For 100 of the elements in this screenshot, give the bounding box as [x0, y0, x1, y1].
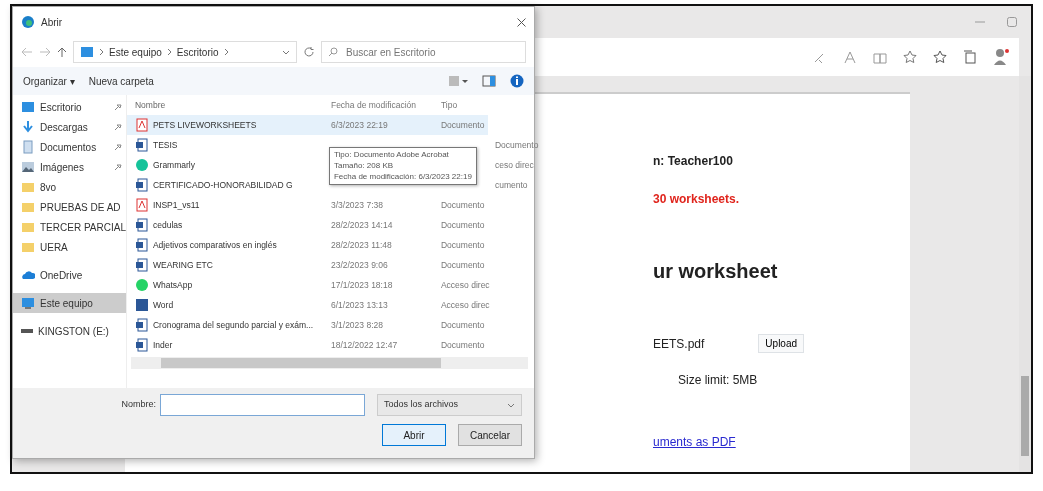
file-date: 23/2/2023 9:06 — [329, 258, 389, 272]
folder-icon — [21, 220, 35, 234]
open-button[interactable]: Abrir — [382, 424, 446, 446]
document-file-icon — [134, 218, 149, 232]
tooltip-line: Tipo: Documento Adobe Acrobat — [333, 150, 450, 161]
sidebar-item[interactable]: KINGSTON (E:) — [13, 321, 126, 341]
file-name: WhatsApp — [152, 278, 193, 292]
forward-icon[interactable] — [39, 47, 51, 57]
sidebar-item[interactable]: OneDrive — [13, 265, 126, 285]
star-add-icon[interactable] — [903, 50, 917, 64]
file-name-cell[interactable]: INSP1_vs11 — [126, 195, 327, 215]
file-type: Acceso direc — [439, 298, 491, 312]
collections-icon[interactable] — [963, 50, 977, 64]
sidebar-label: Escritorio — [40, 100, 82, 115]
new-folder-button[interactable]: Nueva carpeta — [88, 73, 154, 89]
filename-field[interactable] — [160, 394, 365, 416]
file-date: 28/2/2023 14:14 — [329, 218, 394, 232]
column-header[interactable]: Nombre — [126, 95, 327, 115]
file-name-cell[interactable]: Grammarly — [126, 155, 327, 175]
app-icon — [21, 15, 35, 29]
sidebar-item[interactable]: Imágenes — [13, 157, 126, 177]
document-file-icon — [134, 138, 149, 152]
drive-icon — [21, 329, 33, 333]
scrollbar[interactable] — [1019, 76, 1031, 472]
preview-pane-icon[interactable] — [482, 75, 496, 87]
horizontal-scrollbar[interactable] — [130, 357, 529, 369]
sidebar-item[interactable]: Descargas — [13, 117, 126, 137]
sidebar-label: Descargas — [40, 120, 88, 135]
pdf-link[interactable]: uments as PDF — [653, 433, 736, 451]
sidebar-label: OneDrive — [40, 268, 83, 283]
file-name-cell[interactable]: WEARING ETC — [126, 255, 327, 275]
sidebar-item[interactable]: PRUEBAS DE AD — [13, 197, 126, 217]
upload-button[interactable]: Upload — [758, 334, 805, 353]
cancel-button[interactable]: Cancelar — [458, 424, 522, 446]
file-name: INSP1_vs11 — [152, 198, 200, 212]
text-size-icon[interactable] — [843, 50, 857, 64]
book-icon[interactable] — [873, 50, 887, 64]
favorites-icon[interactable] — [933, 50, 947, 64]
search-field[interactable]: Buscar en Escritorio — [321, 41, 526, 63]
breadcrumb-item[interactable]: Escritorio — [176, 44, 219, 60]
sidebar-item[interactable]: Documentos — [13, 137, 126, 157]
sidebar-item[interactable]: Este equipo — [13, 293, 126, 313]
back-icon[interactable] — [21, 47, 33, 57]
column-header[interactable]: Tipo — [436, 95, 462, 115]
column-header[interactable]: Fecha de modificación — [326, 95, 437, 115]
document-file-icon — [134, 318, 149, 332]
tooltip-line: Fecha de modificación: 6/3/2023 22:19 — [333, 171, 472, 183]
file-date: 6/1/2023 13:13 — [329, 298, 389, 312]
profile-icon[interactable] — [993, 48, 1009, 66]
file-name-cell[interactable]: Cronograma del segundo parcial y exám... — [126, 315, 327, 335]
view-options-icon[interactable] — [448, 75, 468, 87]
organize-button[interactable]: Organizar ▾ — [23, 73, 75, 89]
username-text: n: Teacher100 — [653, 153, 734, 170]
section-heading: ur worksheet — [653, 259, 779, 284]
file-name-cell[interactable]: TESIS — [126, 135, 327, 155]
file-name-cell[interactable]: cedulas — [126, 215, 327, 235]
search-icon — [328, 47, 338, 57]
app-icon — [134, 158, 149, 172]
restore-button[interactable] — [1007, 17, 1017, 27]
filter-text: Todos los archivos — [384, 398, 459, 412]
file-type: ceso direc — [493, 158, 535, 172]
sidebar-label: Documentos — [40, 140, 97, 155]
sidebar-label: KINGSTON (E:) — [38, 324, 109, 339]
file-name: cedulas — [152, 218, 183, 232]
sidebar-item[interactable]: UERA — [13, 237, 126, 257]
dialog-title: Abrir — [41, 15, 63, 30]
address-bar[interactable]: Este equipo Escritorio — [73, 41, 297, 63]
file-name-cell[interactable]: Inder — [126, 335, 327, 355]
help-icon[interactable] — [510, 74, 524, 88]
file-type: Documento — [439, 238, 486, 252]
dropdown-icon — [507, 402, 515, 408]
chat-app-icon — [134, 278, 149, 292]
breadcrumb-item[interactable]: Este equipo — [109, 44, 162, 60]
file-type-dropdown[interactable]: Todos los archivos — [377, 394, 522, 416]
file-name: WEARING ETC — [152, 258, 213, 272]
file-name-cell[interactable]: Word — [126, 295, 327, 315]
file-name-cell[interactable]: PETS LIVEWORKSHEETS — [126, 115, 327, 135]
sidebar-item[interactable]: TERCER PARCIAL — [13, 217, 126, 237]
file-name-cell[interactable]: Adjetivos comparativos en inglés — [126, 235, 327, 255]
computer-icon — [21, 296, 35, 310]
sidebar-item[interactable]: Escritorio — [13, 97, 126, 117]
file-name-cell[interactable]: CERTIFICADO-HONORABILIDAD G — [126, 175, 327, 195]
file-name-cell[interactable]: WhatsApp — [126, 275, 327, 295]
sidebar-item[interactable]: 8vo — [13, 177, 126, 197]
chevron-icon — [99, 48, 104, 56]
file-type: Documento — [439, 258, 486, 272]
file-type: Acceso direc — [439, 278, 491, 292]
pdf-file-icon — [134, 198, 149, 212]
download-icon — [21, 120, 35, 134]
file-name: PETS LIVEWORKSHEETS — [152, 118, 257, 132]
limit-warning: 30 worksheets. — [653, 191, 741, 208]
folder-icon — [21, 180, 35, 194]
file-date: 6/3/2023 22:19 — [326, 115, 437, 135]
close-button[interactable] — [517, 17, 526, 27]
file-name: TESIS — [152, 138, 178, 152]
file-date: 17/1/2023 18:18 — [329, 278, 394, 292]
sidebar-label: 8vo — [40, 180, 57, 195]
dropdown-icon[interactable] — [282, 49, 290, 55]
up-icon[interactable] — [57, 47, 67, 57]
refresh-icon[interactable] — [303, 46, 315, 58]
